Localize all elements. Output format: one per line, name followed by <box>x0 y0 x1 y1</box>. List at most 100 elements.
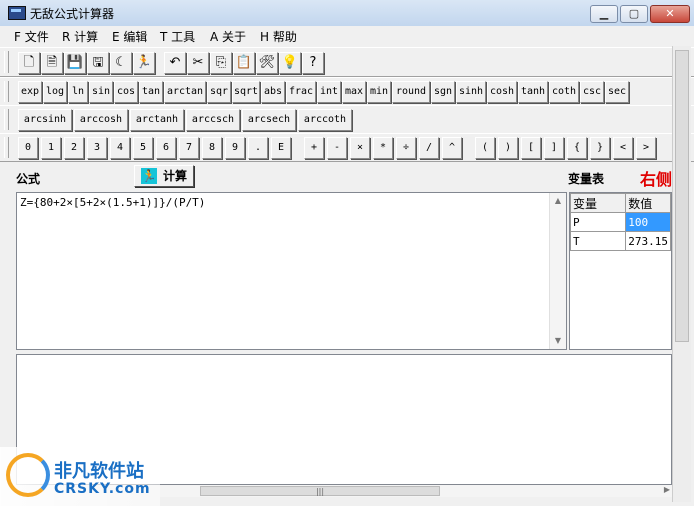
fn-sinh-button[interactable]: sinh <box>456 81 486 103</box>
fn-abs-button[interactable]: abs <box>261 81 285 103</box>
copy-icon[interactable]: ⎘ <box>210 52 232 74</box>
key-caret-button[interactable]: ^ <box>442 137 462 159</box>
key-rparen-button[interactable]: ) <box>498 137 518 159</box>
calculate-button-label: 计算 <box>162 169 187 183</box>
hscroll-thumb[interactable]: ||| <box>200 486 440 496</box>
key-lbrace-button[interactable]: { <box>567 137 587 159</box>
fn-round-button[interactable]: round <box>392 81 430 103</box>
fn-arccosh-button[interactable]: arccosh <box>74 109 128 131</box>
fn-ln-button[interactable]: ln <box>68 81 88 103</box>
key-greater-button[interactable]: > <box>636 137 656 159</box>
menu-about[interactable]: A 关于 <box>210 28 246 45</box>
fn-arcsech-button[interactable]: arcsech <box>242 109 296 131</box>
fn-arcsinh-button[interactable]: arcsinh <box>18 109 72 131</box>
key-nine-button[interactable]: 9 <box>225 137 245 159</box>
fn-min-button[interactable]: min <box>367 81 391 103</box>
key-six-button[interactable]: 6 <box>156 137 176 159</box>
key-plus-button[interactable]: + <box>304 137 324 159</box>
key-four-button[interactable]: 4 <box>110 137 130 159</box>
key-minus-button[interactable]: - <box>327 137 347 159</box>
key-zero-button[interactable]: 0 <box>18 137 38 159</box>
variable-value-selected[interactable]: 100 <box>625 212 671 232</box>
fn-sqrt-button[interactable]: sqrt <box>232 81 260 103</box>
key-two-button[interactable]: 2 <box>64 137 84 159</box>
fn-arccoth-button[interactable]: arccoth <box>298 109 352 131</box>
key-seven-button[interactable]: 7 <box>179 137 199 159</box>
key-rbrace-button[interactable]: } <box>590 137 610 159</box>
tools-icon[interactable]: 🛠 <box>256 52 278 74</box>
save-as-icon[interactable]: 🖫 <box>87 52 109 74</box>
fn-cos-button[interactable]: cos <box>114 81 138 103</box>
formula-editor[interactable]: Z={80+2×[5+2×(1.5+1)]}/(P/T) ▲ ▼ <box>16 192 567 350</box>
fn-frac-button[interactable]: frac <box>286 81 316 103</box>
variable-name[interactable]: T <box>569 231 627 251</box>
formula-scrollbar[interactable]: ▲ ▼ <box>549 193 566 349</box>
fn-sin-button[interactable]: sin <box>89 81 113 103</box>
cut-icon[interactable]: ✂ <box>187 52 209 74</box>
key-times-button[interactable]: × <box>350 137 370 159</box>
run-icon[interactable]: 🏃 <box>133 52 155 74</box>
table-row[interactable]: P 100 <box>569 212 671 232</box>
key-three-button[interactable]: 3 <box>87 137 107 159</box>
help-icon[interactable]: ? <box>302 52 324 74</box>
result-hscrollbar[interactable]: ||| ▶ <box>160 485 672 497</box>
fn-int-button[interactable]: int <box>317 81 341 103</box>
fn-tanh-button[interactable]: tanh <box>518 81 548 103</box>
table-row[interactable]: T 273.15 <box>569 231 671 251</box>
window-scrollbar[interactable] <box>672 46 691 502</box>
key-exp-button[interactable]: E <box>271 137 291 159</box>
key-dot-button[interactable]: . <box>248 137 268 159</box>
fn-exp-button[interactable]: exp <box>18 81 42 103</box>
toolbar-grip[interactable] <box>4 81 9 102</box>
variable-table-header: 变量 数值 <box>569 193 671 213</box>
menu-tools[interactable]: T 工具 <box>160 28 195 45</box>
undo-icon[interactable]: ↶ <box>164 52 186 74</box>
fn-arctan-button[interactable]: arctan <box>164 81 206 103</box>
key-slash-button[interactable]: / <box>419 137 439 159</box>
key-eight-button[interactable]: 8 <box>202 137 222 159</box>
fn-max-button[interactable]: max <box>342 81 366 103</box>
key-five-button[interactable]: 5 <box>133 137 153 159</box>
maximize-button[interactable]: ▢ <box>620 5 648 23</box>
toolbar-grip[interactable] <box>4 51 9 73</box>
calculate-button[interactable]: 🏃 计算 <box>134 165 194 187</box>
minimize-button[interactable]: ▁ <box>590 5 618 23</box>
fn-sqr-button[interactable]: sqr <box>207 81 231 103</box>
title-bar: 无敌公式计算器 ▁ ▢ ✕ <box>0 0 694 27</box>
fn-tan-button[interactable]: tan <box>139 81 163 103</box>
key-lbracket-button[interactable]: [ <box>521 137 541 159</box>
menu-help[interactable]: H 帮助 <box>260 28 297 45</box>
key-rbracket-button[interactable]: ] <box>544 137 564 159</box>
fn-arctanh-button[interactable]: arctanh <box>130 109 184 131</box>
key-multiply-button[interactable]: * <box>373 137 393 159</box>
new-file-icon[interactable]: 🗋 <box>18 52 40 74</box>
variable-name[interactable]: P <box>569 212 627 232</box>
toolbar-grip[interactable] <box>4 109 9 130</box>
close-button[interactable]: ✕ <box>650 5 690 23</box>
fn-sgn-button[interactable]: sgn <box>431 81 455 103</box>
bulb-icon[interactable]: 💡 <box>279 52 301 74</box>
paste-icon[interactable]: 📋 <box>233 52 255 74</box>
key-one-button[interactable]: 1 <box>41 137 61 159</box>
key-less-button[interactable]: < <box>613 137 633 159</box>
key-divide-button[interactable]: ÷ <box>396 137 416 159</box>
key-lparen-button[interactable]: ( <box>475 137 495 159</box>
moon-icon[interactable]: ☾ <box>110 52 132 74</box>
new-doc-icon[interactable]: 🗎 <box>41 52 63 74</box>
scroll-right-icon[interactable]: ▶ <box>664 485 670 494</box>
menu-calc[interactable]: R 计算 <box>62 28 98 45</box>
fn-coth-button[interactable]: coth <box>549 81 579 103</box>
fn-csc-button[interactable]: csc <box>580 81 604 103</box>
window-scroll-thumb[interactable] <box>675 50 689 342</box>
fn-cosh-button[interactable]: cosh <box>487 81 517 103</box>
variable-value[interactable]: 273.15 <box>625 231 671 251</box>
fn-arccsch-button[interactable]: arccsch <box>186 109 240 131</box>
scroll-down-icon[interactable]: ▼ <box>550 333 566 349</box>
fn-sec-button[interactable]: sec <box>605 81 629 103</box>
menu-file[interactable]: F 文件 <box>14 28 49 45</box>
toolbar-grip[interactable] <box>4 137 9 158</box>
menu-edit[interactable]: E 编辑 <box>112 28 147 45</box>
scroll-up-icon[interactable]: ▲ <box>550 193 566 209</box>
save-icon[interactable]: 💾 <box>64 52 86 74</box>
fn-log-button[interactable]: log <box>43 81 67 103</box>
